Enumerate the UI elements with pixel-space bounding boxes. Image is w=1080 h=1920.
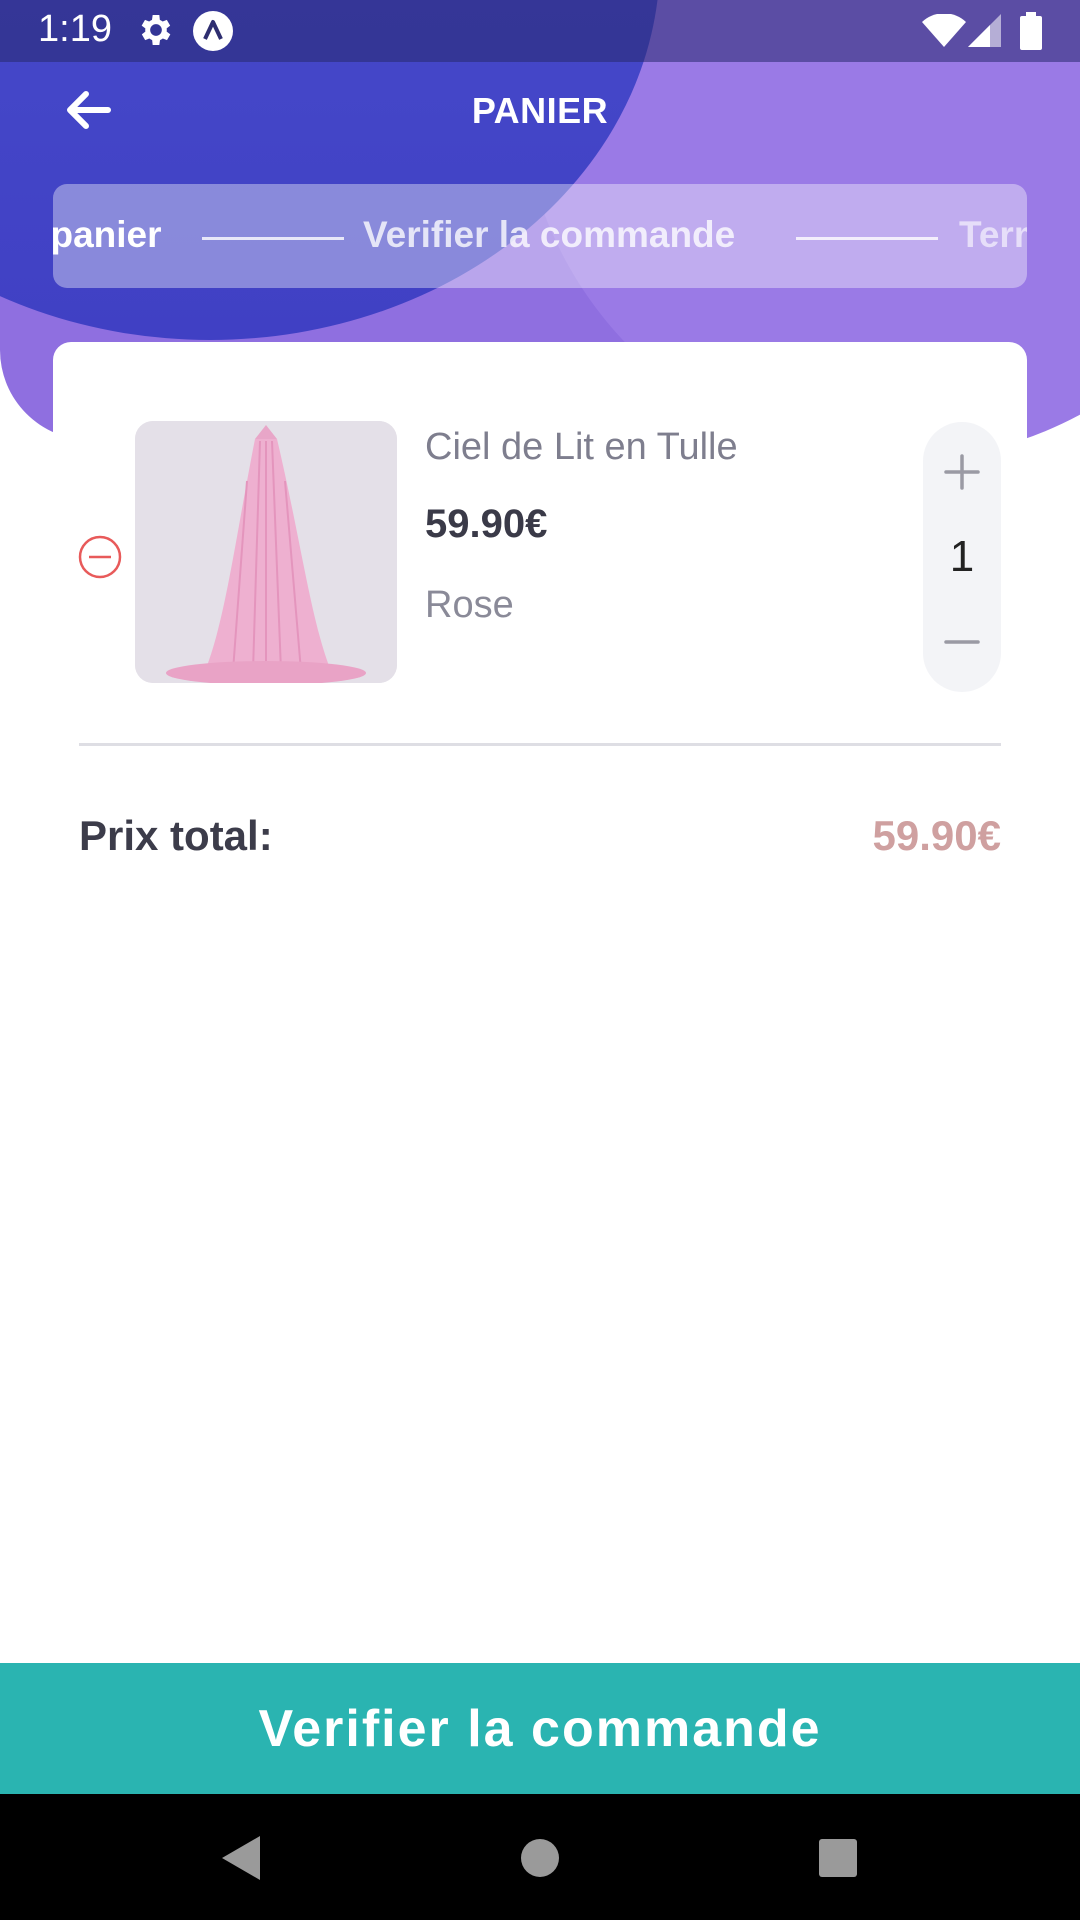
status-time: 1:19 bbox=[38, 8, 112, 50]
page-title: PANIER bbox=[471, 90, 609, 131]
quantity-value: 1 bbox=[949, 532, 975, 581]
minus-icon bbox=[944, 640, 980, 644]
quantity-stepper: 1 bbox=[923, 422, 1001, 692]
step-verify-order[interactable]: Verifier la commande bbox=[363, 214, 735, 256]
wifi-icon bbox=[922, 13, 966, 53]
plus-icon bbox=[944, 454, 980, 490]
remove-circle-icon bbox=[78, 535, 122, 579]
divider bbox=[79, 743, 1001, 746]
recents-square-icon[interactable] bbox=[806, 1826, 870, 1890]
step-connector bbox=[796, 237, 938, 240]
remove-item-button[interactable] bbox=[78, 535, 122, 579]
settings-icon bbox=[136, 10, 176, 55]
step-connector bbox=[202, 237, 344, 240]
system-navigation-bar bbox=[0, 1794, 1080, 1920]
verify-order-button[interactable]: Verifier la commande bbox=[0, 1663, 1080, 1794]
signal-icon bbox=[968, 14, 1002, 53]
step-cart[interactable]: on panier bbox=[53, 214, 162, 256]
battery-icon bbox=[1020, 12, 1042, 55]
total-price-label: Prix total: bbox=[79, 812, 273, 859]
product-image bbox=[135, 421, 397, 683]
increase-quantity-button[interactable] bbox=[923, 442, 1001, 502]
back-triangle-icon[interactable] bbox=[208, 1826, 272, 1890]
product-name: Ciel de Lit en Tulle bbox=[425, 426, 738, 468]
step-finish[interactable]: Termin bbox=[959, 214, 1027, 256]
home-circle-icon[interactable] bbox=[508, 1826, 572, 1890]
decrease-quantity-button[interactable] bbox=[923, 612, 1001, 672]
total-price-value: 59.90€ bbox=[872, 812, 1001, 859]
app-logo-icon bbox=[192, 10, 234, 57]
product-price: 59.90€ bbox=[425, 502, 548, 546]
product-variant: Rose bbox=[425, 584, 514, 626]
checkout-stepper: on panier Verifier la commande Termin bbox=[53, 184, 1027, 288]
status-bar: 1:19 bbox=[0, 0, 1080, 62]
